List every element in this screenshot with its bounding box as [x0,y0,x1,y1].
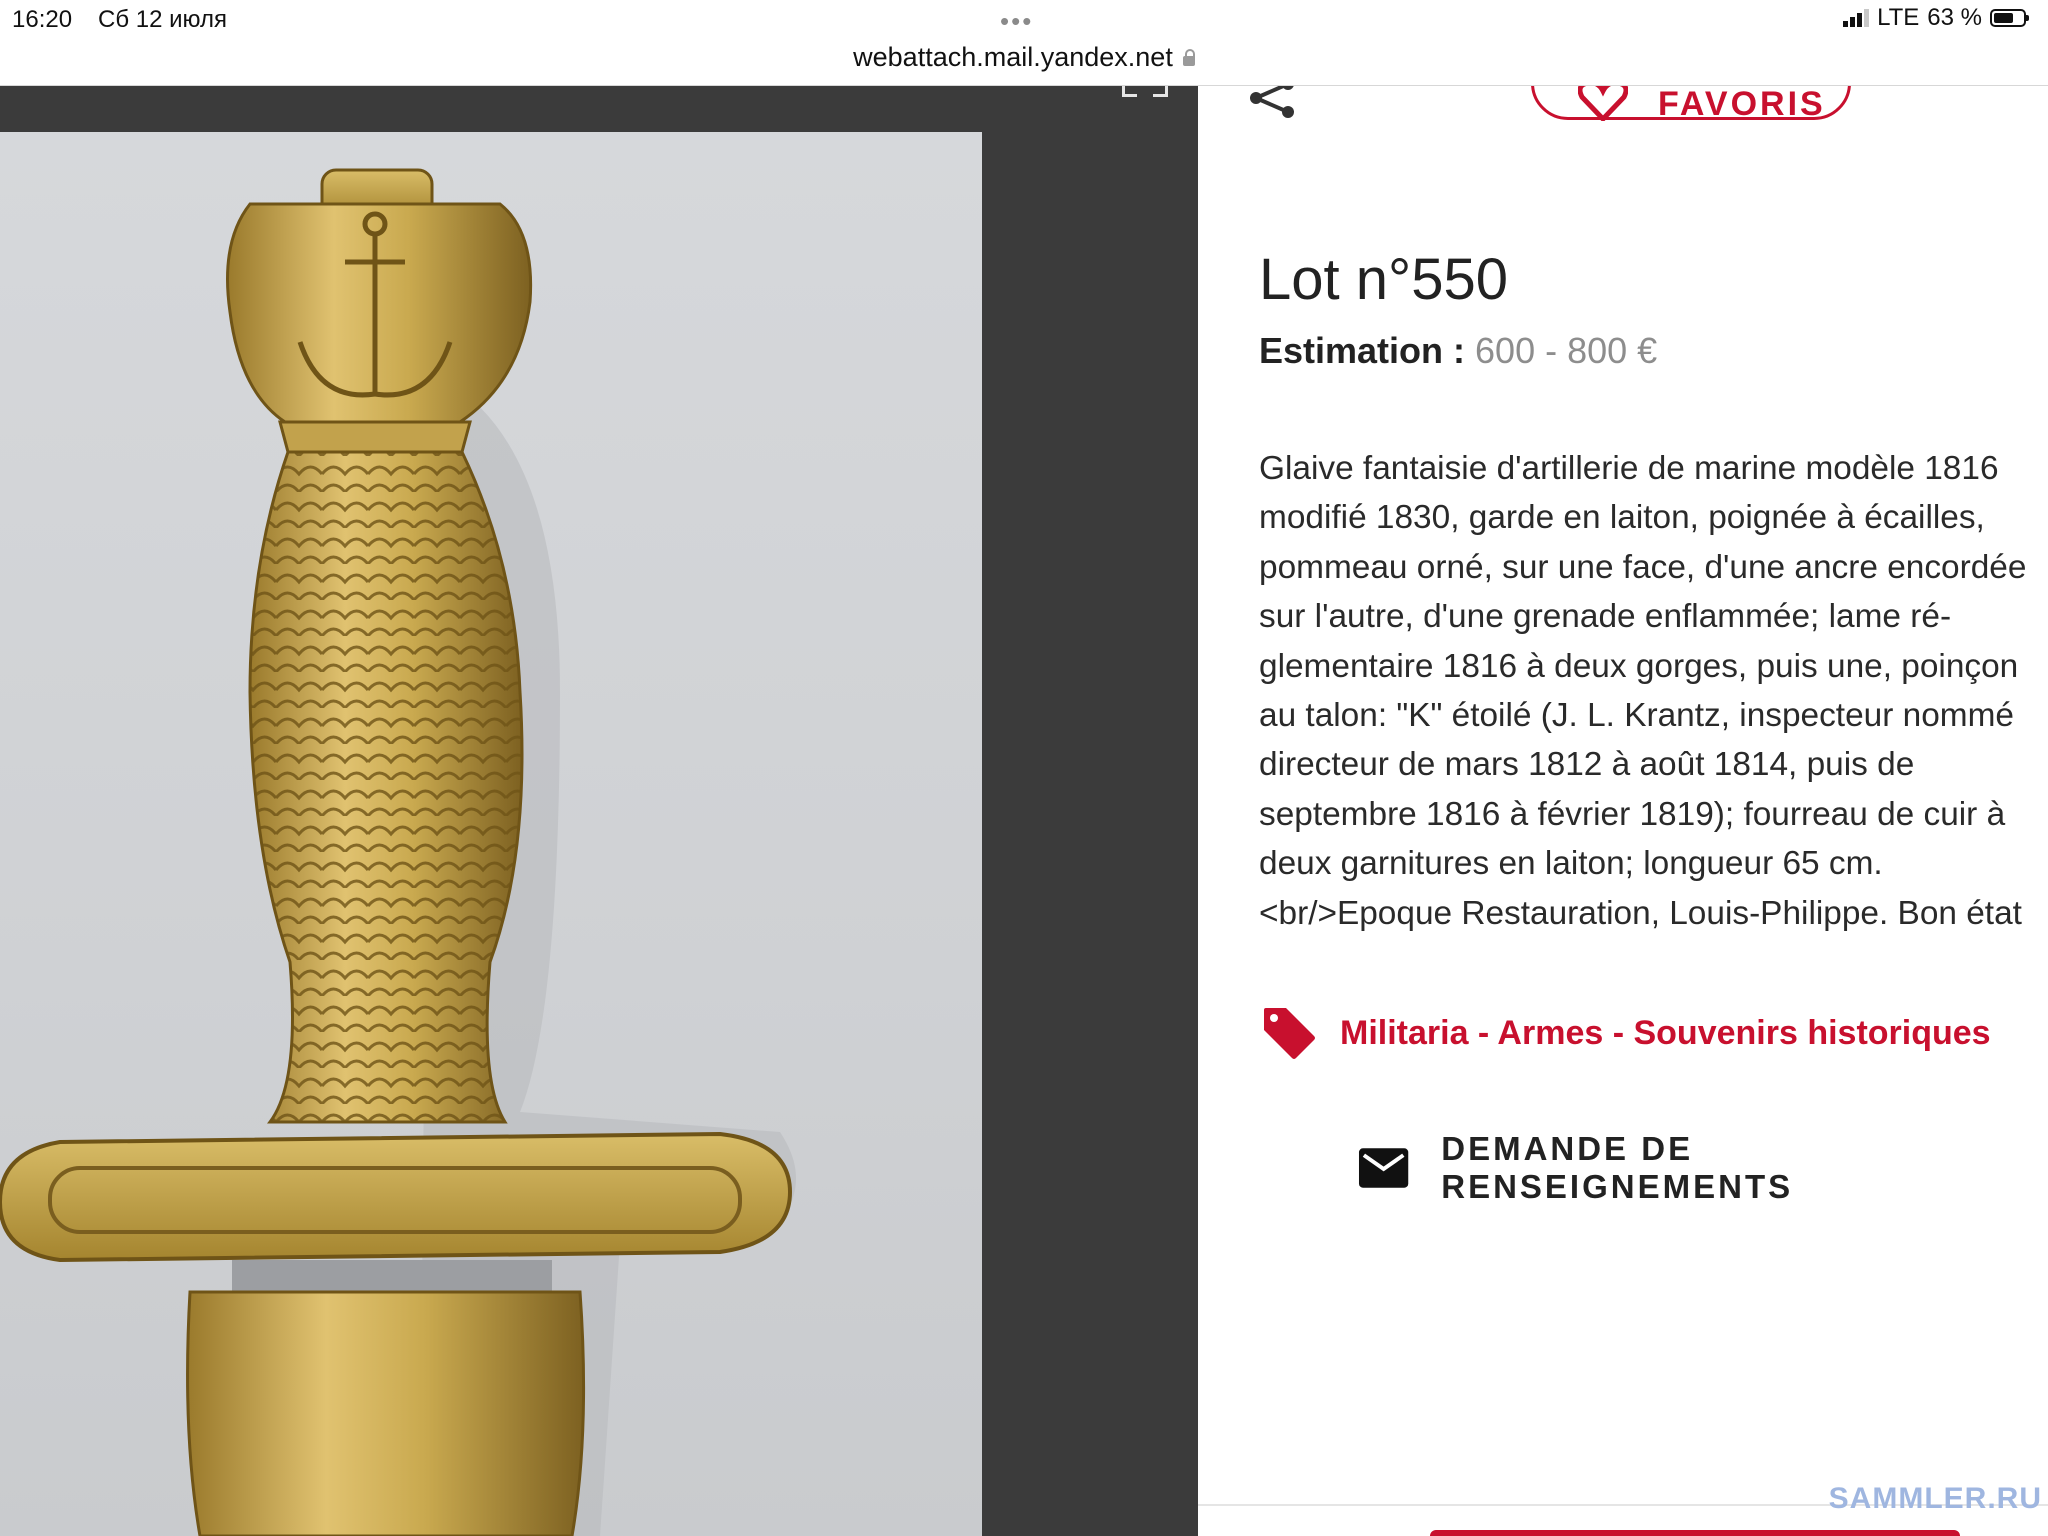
lot-details-panel: FAVORIS Lot n°550 Estimation : 600 - 800… [1198,86,2048,1536]
description-line: glementaire 1816 à deux gorges, puis une… [1259,647,2019,685]
favorite-label: FAVORIS [1658,86,1826,123]
status-indicators: LTE 63 % [1843,4,2029,32]
category-label[interactable]: Militaria - Armes - Souvenirs historique… [1340,1014,1991,1053]
description-line: <br/>Epoque Restauration, Louis-Philippe… [1259,894,2022,932]
lock-icon [1182,49,1195,66]
description-line: au talon: "K" étoilé (J. L. Krantz, insp… [1259,697,2014,735]
contact-label: DEMANDE DE RENSEIGNEMENTS [1441,1130,1794,1205]
lot-title: Lot n°550 [1259,247,1508,312]
lot-photo[interactable] [0,132,982,1536]
bid-button-edge[interactable] [1430,1530,1960,1536]
image-viewer [0,86,1198,1536]
description-line: modifié 1830, garde en laiton, poignée à… [1259,499,1985,537]
more-dots-icon[interactable]: ••• [1000,6,1033,37]
heart-icon [1578,86,1628,121]
network-type: LTE [1877,4,1920,31]
category-link[interactable]: Militaria - Armes - Souvenirs historique… [1262,1006,1991,1060]
battery-icon [1990,9,2029,27]
description-line: pommeau orné, sur une face, d'une ancre … [1259,548,2027,586]
tag-icon [1264,1008,1315,1059]
url-text: webattach.mail.yandex.net [853,42,1173,72]
estimation-label: Estimation : [1259,330,1466,371]
date: Сб 12 июля [98,6,227,33]
share-icon[interactable] [1248,86,1298,118]
description-line: septembre 1816 à février 1819); fourreau… [1259,795,2006,833]
status-bar: 16:20 Сб 12 июля ••• webattach.mail.yand… [0,0,2048,86]
mail-icon [1358,1148,1409,1188]
fullscreen-icon[interactable] [1122,86,1168,97]
estimation: Estimation : 600 - 800 € [1259,330,1657,372]
sword-hilt-illustration [0,168,796,1536]
clock: 16:20 [12,6,73,33]
description-line: sur l'autre, d'une grenade enflammée; la… [1259,598,1952,636]
battery-percent: 63 % [1927,4,1982,31]
description-line: deux garnitures en laiton; longueur 65 c… [1259,845,1883,883]
estimation-value: 600 - 800 € [1475,330,1658,371]
description-line: Glaive fantaisie d'artillerie de marine … [1259,450,1999,487]
watermark: SAMMLER.RU [1828,1482,2042,1515]
favorite-button[interactable]: FAVORIS [1531,86,1851,123]
signal-icon [1843,9,1870,27]
lot-description: Glaive fantaisie d'artillerie de marine … [1259,444,2048,938]
description-line: directeur de mars 1812 à août 1814, puis… [1259,746,1915,784]
contact-button[interactable]: DEMANDE DE RENSEIGNEMENTS [1358,1130,2048,1206]
address-bar[interactable]: webattach.mail.yandex.net [0,42,2048,73]
